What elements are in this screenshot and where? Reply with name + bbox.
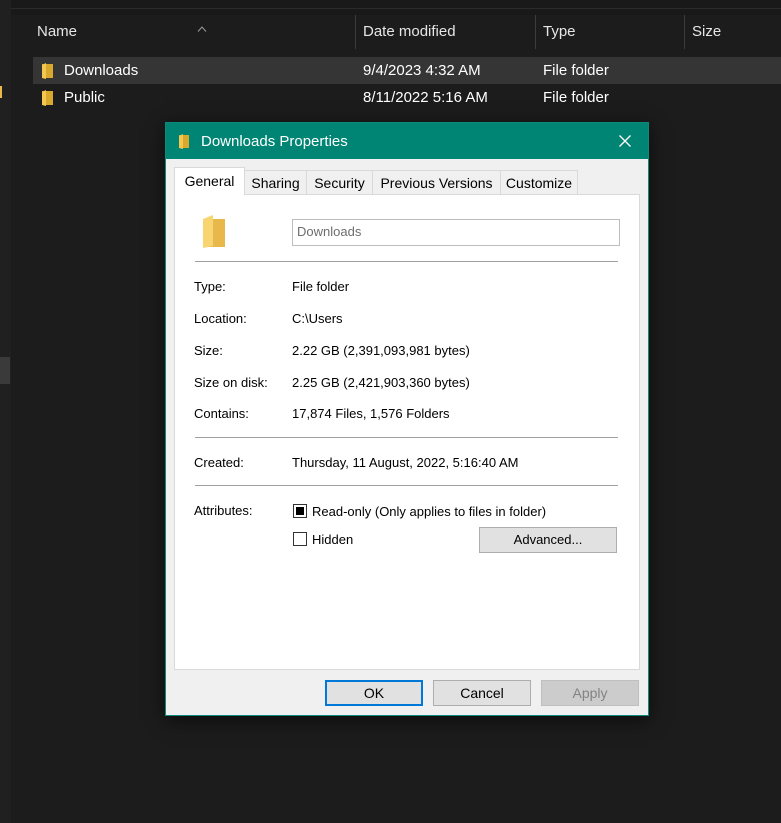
created-label: Created: xyxy=(194,455,244,470)
section-divider xyxy=(195,485,618,486)
file-type: File folder xyxy=(543,62,609,79)
contains-value: 17,874 Files, 1,576 Folders xyxy=(292,406,450,421)
file-name: Public xyxy=(64,89,105,106)
dialog-title: Downloads Properties xyxy=(201,133,348,150)
top-divider xyxy=(0,8,781,9)
checkbox-indeterminate-mark xyxy=(296,507,304,515)
nav-scrollbar-thumb[interactable] xyxy=(0,357,10,384)
column-name[interactable]: Name xyxy=(37,15,77,49)
file-date: 9/4/2023 4:32 AM xyxy=(363,62,481,79)
nav-folder-icon-fragment xyxy=(0,86,2,98)
type-label: Type: xyxy=(194,279,226,294)
hidden-checkbox[interactable] xyxy=(293,532,307,546)
size-value: 2.22 GB (2,391,093,981 bytes) xyxy=(292,343,470,358)
column-type[interactable]: Type xyxy=(543,15,576,49)
tab-sharing[interactable]: Sharing xyxy=(244,170,307,194)
location-value: C:\Users xyxy=(292,311,343,326)
file-row-downloads[interactable]: Downloads 9/4/2023 4:32 AM File folder xyxy=(33,57,781,84)
readonly-label[interactable]: Read-only (Only applies to files in fold… xyxy=(312,504,546,519)
column-separator[interactable] xyxy=(684,15,685,49)
size-on-disk-label: Size on disk: xyxy=(194,375,268,390)
folder-icon xyxy=(42,63,53,79)
type-value: File folder xyxy=(292,279,350,294)
close-icon xyxy=(619,135,631,147)
tab-customize[interactable]: Customize xyxy=(500,170,578,194)
column-separator[interactable] xyxy=(535,15,536,49)
file-date: 8/11/2022 5:16 AM xyxy=(363,89,488,106)
size-label: Size: xyxy=(194,343,223,358)
close-button[interactable] xyxy=(602,123,648,159)
advanced-button[interactable]: Advanced... xyxy=(479,527,617,553)
readonly-checkbox[interactable] xyxy=(293,504,307,518)
general-tab-panel: Downloads Type: File folder Location: C:… xyxy=(174,194,640,670)
file-type: File folder xyxy=(543,89,609,106)
hidden-label[interactable]: Hidden xyxy=(312,532,353,547)
tab-security[interactable]: Security xyxy=(306,170,373,194)
column-date-modified[interactable]: Date modified xyxy=(363,15,456,49)
folder-icon xyxy=(42,90,53,106)
attributes-label: Attributes: xyxy=(194,503,253,518)
column-size[interactable]: Size xyxy=(692,15,721,49)
large-folder-icon xyxy=(203,215,225,248)
contains-label: Contains: xyxy=(194,406,249,421)
section-divider xyxy=(195,261,618,262)
size-on-disk-value: 2.25 GB (2,421,903,360 bytes) xyxy=(292,375,470,390)
tab-general[interactable]: General xyxy=(174,167,245,195)
navigation-pane-edge xyxy=(0,0,11,823)
column-separator[interactable] xyxy=(355,15,356,49)
tab-previous-versions[interactable]: Previous Versions xyxy=(372,170,501,194)
file-row-public[interactable]: Public 8/11/2022 5:16 AM File folder xyxy=(33,84,781,111)
file-name: Downloads xyxy=(64,62,139,79)
section-divider xyxy=(195,437,618,438)
sort-ascending-icon xyxy=(197,26,207,32)
dialog-titlebar[interactable]: Downloads Properties xyxy=(166,123,648,159)
column-header: Name Date modified Type Size xyxy=(11,15,781,49)
folder-name-field[interactable]: Downloads xyxy=(292,219,620,246)
folder-icon xyxy=(179,134,189,149)
location-label: Location: xyxy=(194,311,247,326)
created-value: Thursday, 11 August, 2022, 5:16:40 AM xyxy=(292,455,519,470)
apply-button[interactable]: Apply xyxy=(541,680,639,706)
cancel-button[interactable]: Cancel xyxy=(433,680,531,706)
ok-button[interactable]: OK xyxy=(325,680,423,706)
properties-dialog: Downloads Properties General Sharing Sec… xyxy=(165,122,649,716)
